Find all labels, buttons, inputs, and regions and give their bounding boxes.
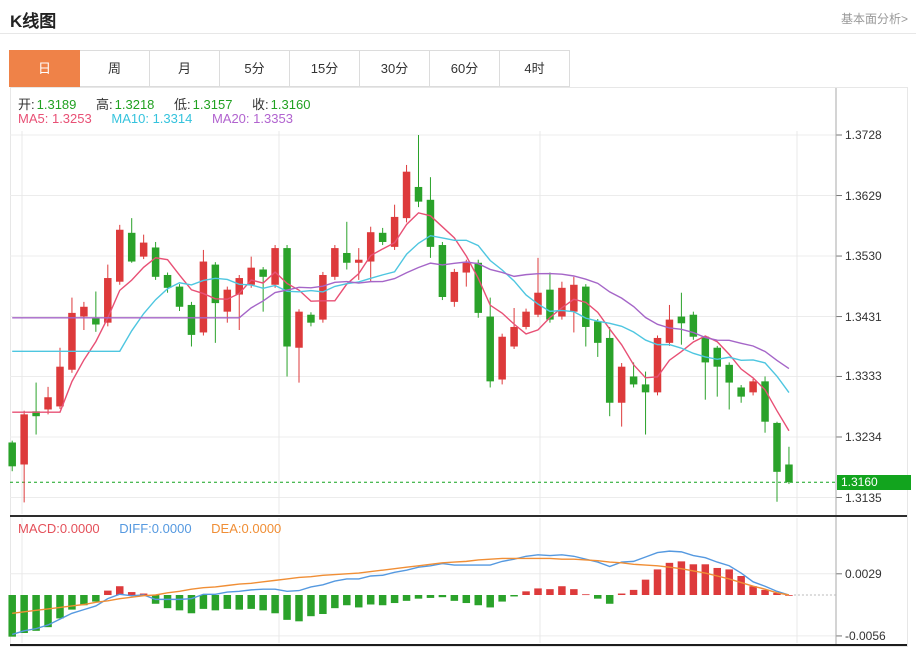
- y-axis-tick: 0.0029: [845, 567, 882, 581]
- ma10-label: MA10:: [111, 111, 149, 126]
- close-value: 1.3160: [271, 97, 311, 112]
- macd-histogram: [8, 561, 792, 636]
- ma20-line: [12, 262, 789, 369]
- dea-label: DEA:: [211, 521, 241, 536]
- dea-value: 0.0000: [242, 521, 282, 536]
- panel-bottom-border: [10, 644, 907, 646]
- ma5-value: 1.3253: [52, 111, 92, 126]
- y-axis-tick: 1.3135: [845, 491, 882, 505]
- diff-value: 0.0000: [152, 521, 192, 536]
- macd-legend: MACD:0.0000 DIFF:0.0000 DEA:0.0000: [18, 521, 281, 536]
- y-axis-tick: 1.3333: [845, 369, 882, 383]
- pane-divider: [10, 515, 907, 517]
- macd-label: MACD:: [18, 521, 60, 536]
- macd-value: 0.0000: [60, 521, 100, 536]
- current-price-badge: 1.3160: [837, 475, 911, 490]
- high-label: 高:: [96, 97, 113, 112]
- kline-widget: K线图 基本面分析> 日 周 月 5分 15分 30分 60分 4时 开:1.3…: [0, 0, 916, 648]
- ma20-label: MA20:: [212, 111, 250, 126]
- close-label: 收:: [252, 97, 269, 112]
- ma-legend: MA5: 1.3253 MA10: 1.3314 MA20: 1.3353: [18, 111, 293, 126]
- open-value: 1.3189: [37, 97, 77, 112]
- y-axis-tick: -0.0056: [845, 629, 886, 643]
- tab-day[interactable]: 日: [9, 50, 80, 87]
- y-axis-tick: 1.3234: [845, 430, 882, 444]
- ma10-value: 1.3314: [153, 111, 193, 126]
- diff-label: DIFF:: [119, 521, 152, 536]
- ma5-label: MA5:: [18, 111, 48, 126]
- y-axis-tick: 1.3728: [845, 128, 882, 142]
- ma20-value: 1.3353: [253, 111, 293, 126]
- candles-group: [8, 135, 792, 502]
- low-value: 1.3157: [193, 97, 233, 112]
- low-label: 低:: [174, 97, 191, 112]
- y-axis-tick: 1.3431: [845, 310, 882, 324]
- y-axis-tick: 1.3629: [845, 189, 882, 203]
- high-value: 1.3218: [115, 97, 155, 112]
- y-axis-tick: 1.3530: [845, 249, 882, 263]
- open-label: 开:: [18, 97, 35, 112]
